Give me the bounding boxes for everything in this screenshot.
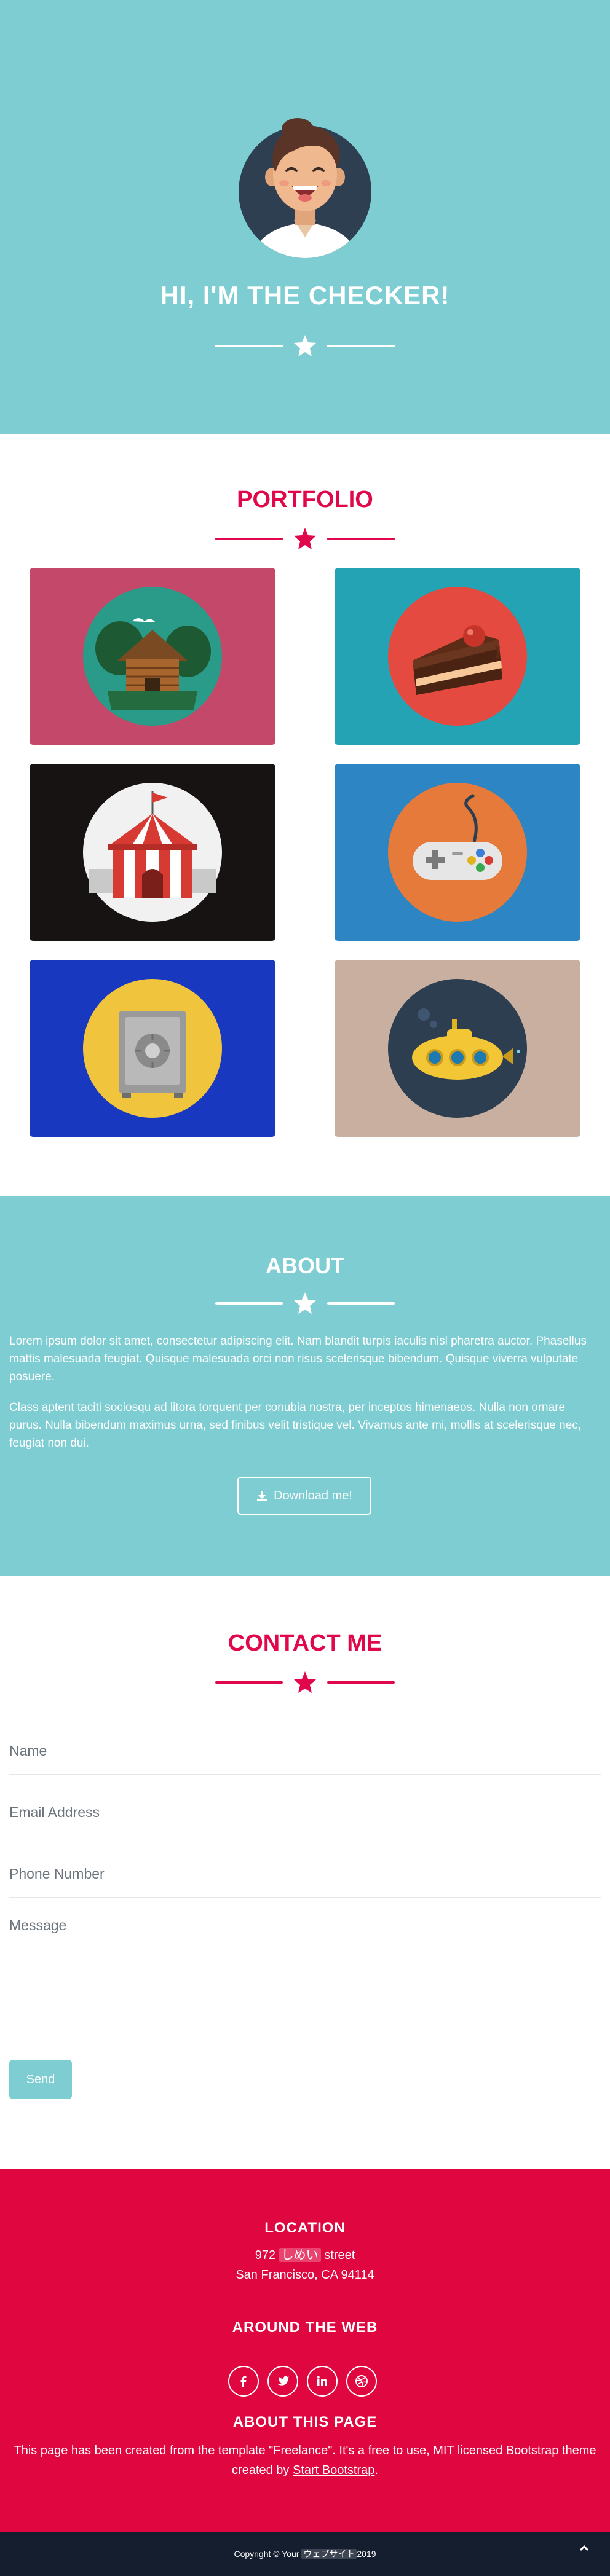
divider-line xyxy=(327,1302,395,1305)
copyright-year: 2019 xyxy=(357,2549,376,2559)
location-heading: LOCATION xyxy=(264,2220,346,2236)
submarine-icon xyxy=(388,979,527,1118)
dribbble-button[interactable] xyxy=(346,2366,377,2397)
about-paragraph-1: Lorem ipsum dolor sit amet, consectetur … xyxy=(9,1335,587,1383)
copyright-bar: Copyright © Your ウェブサイト 2019 xyxy=(0,2532,610,2576)
portfolio-title: PORTFOLIO xyxy=(237,487,373,512)
star-icon xyxy=(294,1671,316,1693)
portfolio-item-cake[interactable] xyxy=(335,568,580,745)
address-suffix: street xyxy=(320,2248,355,2262)
hero-divider xyxy=(0,334,610,358)
divider-line xyxy=(215,538,283,540)
phone-field[interactable] xyxy=(9,1851,601,1898)
address-prefix: 972 xyxy=(255,2248,279,2262)
about-divider xyxy=(0,1291,610,1316)
copyright-text: Copyright © Your ウェブサイト 2019 xyxy=(234,2548,376,2560)
divider-line xyxy=(327,345,395,347)
about-this-page-line-2: created by Start Bootstrap. xyxy=(0,2460,610,2480)
scroll-to-top-button[interactable] xyxy=(572,2535,596,2560)
dribbble-icon xyxy=(355,2375,368,2387)
download-icon xyxy=(257,1491,267,1501)
star-icon xyxy=(294,1292,316,1314)
hero-title: HI, I'M THE CHECKER! xyxy=(160,281,450,310)
divider-line xyxy=(215,1302,283,1305)
portfolio-item-safe[interactable] xyxy=(30,960,275,1137)
linkedin-icon xyxy=(317,2376,327,2386)
divider-line xyxy=(215,1681,283,1684)
divider-line xyxy=(215,345,283,347)
portfolio-item-cabin[interactable] xyxy=(30,568,275,745)
cake-slice-icon xyxy=(388,587,527,726)
linkedin-button[interactable] xyxy=(307,2366,338,2397)
log-cabin-icon xyxy=(83,587,222,726)
circus-tent-icon xyxy=(83,783,222,922)
star-icon xyxy=(294,528,316,549)
address-japanese: しめい xyxy=(279,2248,321,2262)
about-section: ABOUT Lorem ipsum dolor sit amet, consec… xyxy=(0,1196,610,1576)
message-field[interactable] xyxy=(9,1914,601,2046)
divider-line xyxy=(327,538,395,540)
divider-line xyxy=(327,1681,395,1684)
address-line-2: San Francisco, CA 94114 xyxy=(236,2268,374,2282)
contact-divider xyxy=(0,1670,610,1695)
download-button[interactable]: Download me! xyxy=(237,1477,371,1515)
game-controller-icon xyxy=(388,783,527,922)
copyright-prefix: Copyright © Your xyxy=(234,2549,302,2559)
chevron-up-icon xyxy=(579,2545,589,2551)
about-line-2-prefix: created by xyxy=(232,2464,293,2477)
portfolio-item-circus[interactable] xyxy=(30,764,275,941)
name-field[interactable] xyxy=(9,1728,601,1775)
safe-icon xyxy=(83,979,222,1118)
hero-section: HI, I'M THE CHECKER! xyxy=(0,0,610,434)
address-line-1: 972 しめい street xyxy=(0,2245,610,2265)
email-field[interactable] xyxy=(9,1789,601,1836)
around-the-web-heading: AROUND THE WEB xyxy=(232,2319,378,2336)
about-this-page-line-1: This page has been created from the temp… xyxy=(14,2444,596,2457)
twitter-button[interactable] xyxy=(267,2366,298,2397)
send-button[interactable]: Send xyxy=(9,2060,72,2099)
facebook-icon xyxy=(240,2376,247,2387)
start-bootstrap-link[interactable]: Start Bootstrap xyxy=(293,2464,374,2477)
portfolio-item-submarine[interactable] xyxy=(335,960,580,1137)
copyright-japanese: ウェブサイト xyxy=(301,2549,357,2559)
facebook-button[interactable] xyxy=(228,2366,259,2397)
about-line-2-suffix: . xyxy=(374,2464,378,2477)
download-button-label: Download me! xyxy=(274,1488,352,1502)
about-title: ABOUT xyxy=(266,1253,344,1278)
contact-title: CONTACT ME xyxy=(228,1630,382,1656)
avatar xyxy=(237,117,373,259)
about-paragraph-2: Class aptent taciti sociosqu ad litora t… xyxy=(9,1401,582,1450)
portfolio-item-game[interactable] xyxy=(335,764,580,941)
twitter-icon xyxy=(277,2376,289,2386)
portfolio-divider xyxy=(0,527,610,551)
footer: LOCATION 972 しめい street San Francisco, C… xyxy=(0,2169,610,2532)
about-this-page-heading: ABOUT THIS PAGE xyxy=(232,2414,378,2430)
star-icon xyxy=(294,335,316,356)
